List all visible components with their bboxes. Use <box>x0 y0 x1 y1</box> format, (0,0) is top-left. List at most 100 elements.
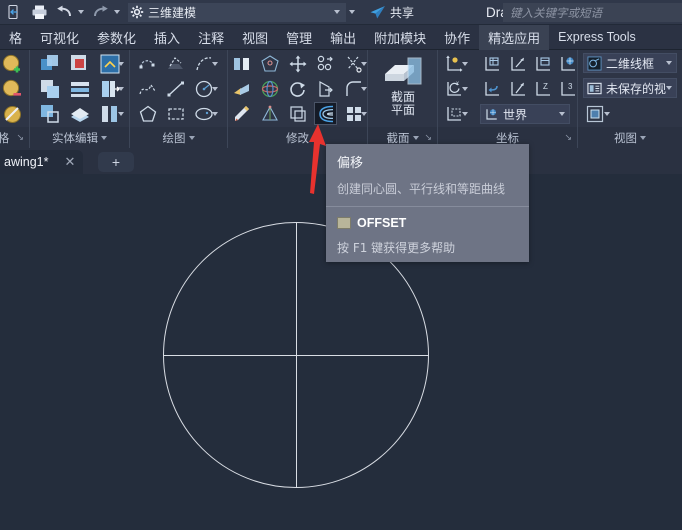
panel-label-text: 视图 <box>614 130 637 146</box>
save-as-icon[interactable] <box>3 1 25 23</box>
undo-icon[interactable] <box>53 1 75 23</box>
modify-3dscale-icon[interactable] <box>258 102 282 126</box>
qat-customize-caret[interactable] <box>346 1 357 23</box>
viewport-config-caret-icon[interactable] <box>602 102 611 126</box>
ucs-3-icon[interactable]: 3 <box>556 77 580 101</box>
modify-mirror-icon[interactable] <box>230 52 254 76</box>
vertical-diameter-line[interactable] <box>296 222 297 488</box>
panel-ge-label: 格 ↘ <box>0 127 29 148</box>
ucs-previous-icon[interactable] <box>480 77 504 101</box>
solid-shell-icon[interactable] <box>68 102 92 126</box>
modify-rotate-icon[interactable] <box>286 77 310 101</box>
ribbon-tab-0[interactable]: 格 <box>0 25 31 50</box>
ucs-z-axis-vector-icon[interactable] <box>506 77 530 101</box>
draw-arc-caret-icon[interactable] <box>210 52 219 76</box>
solid-union-caret-icon[interactable] <box>116 52 125 76</box>
ucs-named-caret-icon[interactable] <box>460 52 469 76</box>
panel-expand-caret-icon[interactable] <box>640 136 646 140</box>
svg-text:Z: Z <box>543 82 548 91</box>
draw-rectangle-icon[interactable] <box>164 102 188 126</box>
modify-editpoly-icon[interactable] <box>230 102 254 126</box>
ribbon-tab-8[interactable]: 附加模块 <box>365 25 435 50</box>
ribbon-tab-6[interactable]: 管理 <box>277 25 321 50</box>
solid-interfere-icon[interactable] <box>38 102 62 126</box>
visual-style-caret-icon[interactable] <box>666 61 672 65</box>
panel-coordinates: x Z 3 ↘ <box>438 50 578 148</box>
modify-3dmove-icon[interactable] <box>286 52 310 76</box>
visual-style-combo[interactable]: 二维线框 <box>583 53 677 73</box>
panel-expand-caret-icon[interactable] <box>189 136 195 140</box>
section-plane-button[interactable]: 截面 平面 <box>375 50 431 127</box>
dialog-launcher-icon[interactable]: ↘ <box>16 133 24 143</box>
dialog-launcher-icon[interactable]: ↘ <box>424 133 432 143</box>
ribbon-tab-10[interactable]: 精选应用 <box>479 25 549 50</box>
named-view-caret-icon[interactable] <box>666 86 672 90</box>
ribbon-tab-11[interactable]: Express Tools <box>549 25 645 50</box>
ribbon-tab-2[interactable]: 参数化 <box>88 25 145 50</box>
dialog-launcher-icon[interactable]: ↘ <box>564 133 572 143</box>
panel-expand-caret-icon[interactable] <box>413 136 419 140</box>
command-icon <box>337 217 351 229</box>
modify-3dalign-icon[interactable] <box>258 52 282 76</box>
draw-line-icon[interactable] <box>164 77 188 101</box>
ucs-world-axis-icon[interactable] <box>556 52 580 76</box>
solid-shell-caret-icon[interactable] <box>116 102 125 126</box>
draw-polyline-icon[interactable] <box>136 52 160 76</box>
modify-copy-icon[interactable] <box>286 102 310 126</box>
share-button[interactable]: 共享 <box>369 4 414 21</box>
gear-icon <box>130 5 144 19</box>
ribbon-tab-3[interactable]: 插入 <box>145 25 189 50</box>
ucs-combo[interactable]: 世界 <box>480 104 570 124</box>
draw-3dpolyline-icon[interactable] <box>164 52 188 76</box>
search-input[interactable]: 键入关键字或短语 <box>503 3 682 22</box>
panel-draw: 绘图 <box>130 50 228 148</box>
panel-ge-body <box>0 50 29 127</box>
modify-array-caret-icon[interactable] <box>359 102 368 126</box>
modify-extend-icon[interactable] <box>314 77 338 101</box>
solid-subtract-icon[interactable] <box>68 52 92 76</box>
new-tab-button[interactable]: + <box>98 152 134 172</box>
modify-3drotate-icon[interactable] <box>230 77 254 101</box>
ucs-3point-icon[interactable] <box>531 52 555 76</box>
document-tab-drawing1[interactable]: awing1* ✕ <box>0 150 83 174</box>
solid-union-icon[interactable] <box>38 52 62 76</box>
undo-dropdown-caret[interactable] <box>75 1 86 23</box>
ucs-origin-icon[interactable] <box>506 52 530 76</box>
ribbon-tab-4[interactable]: 注释 <box>189 25 233 50</box>
panel-label-text: 实体编辑 <box>52 130 98 146</box>
modify-3darray-icon[interactable] <box>314 52 338 76</box>
workspace-selector[interactable]: 三维建模 <box>128 3 346 22</box>
solid-slice-icon[interactable] <box>68 77 92 101</box>
panel-view: 二维线框 未保存的视 <box>578 50 682 148</box>
plot-icon[interactable] <box>28 1 50 23</box>
redo-dropdown-caret[interactable] <box>111 1 122 23</box>
modify-trim-caret-icon[interactable] <box>359 52 368 76</box>
offset-tooltip: 偏移 创建同心圆、平行线和等距曲线 OFFSET 按 F1 键获得更多帮助 <box>326 144 529 262</box>
ucs-rotate-caret-icon[interactable] <box>460 77 469 101</box>
material-remove-icon[interactable] <box>0 77 24 101</box>
modify-fillet-caret-icon[interactable] <box>359 77 368 101</box>
modify-3dgizmo-icon[interactable] <box>258 77 282 101</box>
ucs-combo-caret-icon[interactable] <box>559 112 565 116</box>
ucs-z-icon[interactable]: Z <box>531 77 555 101</box>
solid-intersect-icon[interactable] <box>38 77 62 101</box>
material-add-icon[interactable] <box>0 52 24 76</box>
material-attach-icon[interactable] <box>0 102 24 126</box>
ribbon-tab-9[interactable]: 协作 <box>435 25 479 50</box>
solid-slice-caret-icon[interactable] <box>116 77 125 101</box>
ucs-world-icon[interactable] <box>480 52 504 76</box>
panel-expand-caret-icon[interactable] <box>101 136 107 140</box>
ribbon-tab-5[interactable]: 视图 <box>233 25 277 50</box>
ribbon-tab-1[interactable]: 可视化 <box>31 25 88 50</box>
offset-tool-button[interactable] <box>314 102 337 125</box>
ribbon-tab-7[interactable]: 输出 <box>321 25 365 50</box>
close-icon[interactable]: ✕ <box>64 154 75 170</box>
ucs-manage-caret-icon[interactable] <box>460 102 469 126</box>
redo-icon[interactable] <box>89 1 111 23</box>
draw-spline-icon[interactable] <box>136 77 160 101</box>
workspace-caret-icon[interactable] <box>334 10 340 14</box>
draw-polygon-icon[interactable] <box>136 102 160 126</box>
named-view-combo[interactable]: 未保存的视 <box>583 78 677 98</box>
draw-circle-caret-icon[interactable] <box>210 77 219 101</box>
draw-ellipse-caret-icon[interactable] <box>210 102 219 126</box>
